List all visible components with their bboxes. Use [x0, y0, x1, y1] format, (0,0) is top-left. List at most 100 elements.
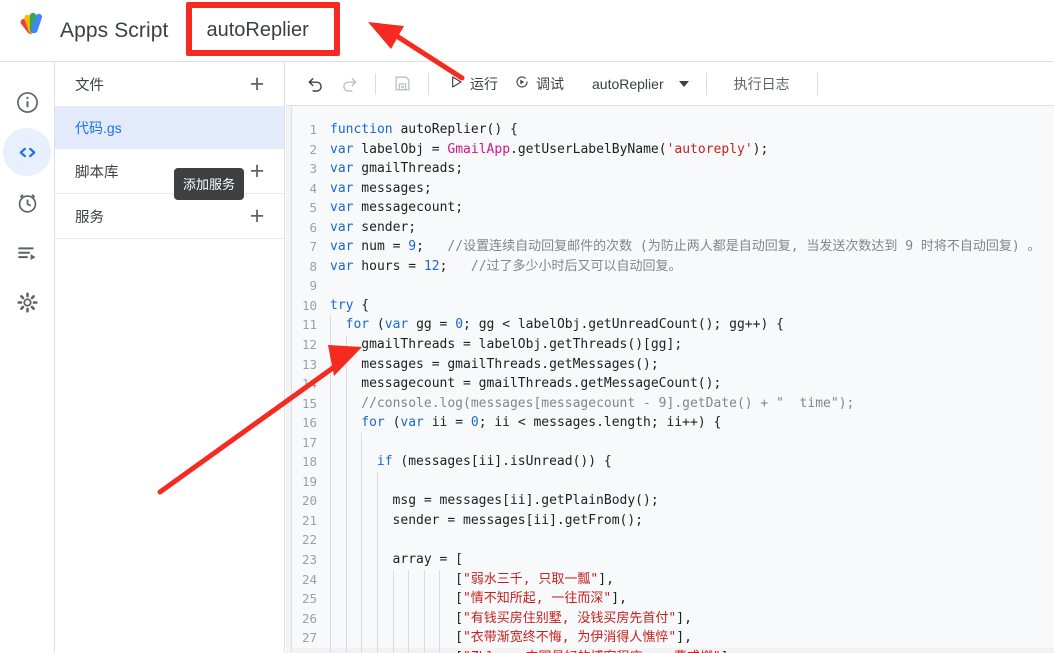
code-line[interactable]: 11 for (var gg = 0; gg < labelObj.getUnre… [292, 315, 1054, 336]
line-content[interactable]: msg = messages[ii].getPlainBody(); [330, 491, 1054, 511]
line-content[interactable]: function autoReplier() { [330, 120, 1054, 140]
code-text: var labelObj = GmailApp.getUserLabelByNa… [330, 141, 769, 157]
line-content[interactable]: var gmailThreads; [330, 159, 1054, 179]
line-content[interactable]: ["弱水三千, 只取一瓢"], [330, 569, 1054, 590]
line-content[interactable]: var messagecount; [330, 198, 1054, 218]
code-line[interactable]: 14 messagecount = gmailThreads.getMessage… [292, 374, 1054, 394]
executions-icon[interactable] [3, 228, 51, 276]
code-line[interactable]: 15 //console.log(messages[messagecount - … [292, 393, 1054, 414]
line-content[interactable]: for (var gg = 0; gg < labelObj.getUnread… [330, 315, 1054, 336]
toolbar-divider-2 [428, 72, 429, 95]
code-line[interactable]: 9 [292, 276, 1054, 296]
code-line[interactable]: 21 sender = messages[ii].getFrom(); [292, 510, 1054, 531]
code-text: var hours = 12; //过了多少小时后又可以自动回复。 [330, 258, 682, 274]
line-content[interactable]: array = [ [330, 550, 1054, 570]
project-title-wrapper[interactable]: autoReplier [186, 1, 341, 56]
debug-button[interactable]: 调试 [506, 74, 572, 94]
code-line[interactable]: 3 var gmailThreads; [292, 159, 1054, 179]
line-content[interactable]: try { [330, 296, 1054, 316]
plus-icon-add-service[interactable]: + [246, 203, 268, 229]
line-number: 5 [309, 200, 317, 216]
code-line[interactable]: 27 ["衣带渐宽终不悔, 为伊消得人憔悴"], [292, 628, 1054, 648]
line-content[interactable]: var labelObj = GmailApp.getUserLabelByNa… [330, 140, 1054, 160]
line-content[interactable] [330, 432, 1054, 453]
gear-icon[interactable] [3, 278, 51, 326]
line-number: 27 [301, 630, 317, 646]
line-number: 17 [301, 434, 317, 450]
toolbar-divider-1 [375, 72, 376, 95]
code-line[interactable]: 24 ["弱水三千, 只取一瓢"], [292, 569, 1054, 590]
run-button[interactable]: 运行 [440, 74, 506, 94]
code-line[interactable]: 10 try { [292, 296, 1054, 316]
line-content[interactable]: var hours = 12; //过了多少小时后又可以自动回复。 [330, 257, 1054, 277]
code-line[interactable]: 22 [292, 530, 1054, 551]
save-icon[interactable] [385, 67, 419, 101]
line-content[interactable]: ["Zblog, 中国最好的博客程序 -- 曹或燃"] [330, 647, 1054, 653]
line-content[interactable] [330, 471, 1054, 492]
code-text: array = [ [392, 552, 463, 568]
undo-icon[interactable] [298, 67, 332, 101]
line-number: 12 [301, 337, 317, 353]
code-line[interactable]: 13 messages = gmailThreads.getMessages(); [292, 354, 1054, 375]
redo-icon[interactable] [332, 67, 366, 101]
code-line[interactable]: 2 var labelObj = GmailApp.getUserLabelByN… [292, 140, 1054, 160]
editor-toolbar: 运行 调试 autoReplier 执行日志 [286, 62, 1054, 106]
toolbar-divider-4 [816, 72, 818, 95]
clock-icon[interactable] [3, 178, 51, 226]
code-line[interactable]: 26 ["有钱买房住别墅, 没钱买房先首付"], [292, 608, 1054, 629]
line-number: 14 [301, 376, 317, 392]
code-line[interactable]: 7 var num = 9; //设置连续自动回复邮件的次数 (为防止两人都是自动… [292, 237, 1054, 257]
code-editor[interactable]: 1 function autoReplier() {2 var labelObj =… [286, 106, 1054, 653]
line-number: 20 [301, 493, 317, 509]
line-content[interactable] [330, 530, 1054, 551]
line-content[interactable]: for (var ii = 0; ii < messages.length; i… [330, 413, 1054, 433]
code-line[interactable]: 6 var sender; [292, 218, 1054, 238]
line-content[interactable]: var num = 9; //设置连续自动回复邮件的次数 (为防止两人都是自动回… [330, 237, 1054, 257]
function-selector[interactable]: autoReplier [572, 76, 697, 92]
line-content[interactable]: var messages; [330, 179, 1054, 199]
line-content[interactable]: sender = messages[ii].getFrom(); [330, 510, 1054, 531]
line-content[interactable]: if (messages[ii].isUnread()) { [330, 452, 1054, 472]
code-line[interactable]: 19 [292, 471, 1054, 492]
line-content[interactable]: messages = gmailThreads.getMessages(); [330, 354, 1054, 375]
line-content[interactable]: var sender; [330, 218, 1054, 238]
code-line[interactable]: 5 var messagecount; [292, 198, 1054, 218]
code-line[interactable]: 12 gmailThreads = labelObj.getThreads()[g… [292, 335, 1054, 355]
execution-log-button[interactable]: 执行日志 [716, 74, 808, 94]
apps-script-window: Apps Script autoReplier 文件 + 代码.gs 脚本库 +… [0, 0, 1054, 653]
line-content[interactable]: ["衣带渐宽终不悔, 为伊消得人憔悴"], [330, 628, 1054, 648]
code-text: ["弱水三千, 只取一瓢"], [455, 571, 614, 587]
line-number: 10 [301, 297, 317, 313]
debug-icon [514, 74, 530, 93]
code-line[interactable]: 4 var messages; [292, 179, 1054, 199]
code-line[interactable]: 1 function autoReplier() { [292, 120, 1054, 140]
plus-icon-add-file[interactable]: + [246, 71, 268, 97]
indent-guide [330, 432, 331, 453]
code-lines[interactable]: 1 function autoReplier() {2 var labelObj =… [292, 120, 1054, 653]
file-item-code-gs[interactable]: 代码.gs [55, 107, 284, 149]
project-title[interactable]: autoReplier [190, 12, 324, 50]
line-content[interactable] [330, 276, 1054, 296]
line-content[interactable]: ["有钱买房住别墅, 没钱买房先首付"], [330, 608, 1054, 629]
code-line[interactable]: 23 array = [ [292, 550, 1054, 570]
plus-icon-add-library[interactable]: + [246, 158, 268, 184]
line-content[interactable]: messagecount = gmailThreads.getMessageCo… [330, 374, 1054, 394]
code-line[interactable]: 17 [292, 432, 1054, 453]
code-text: ["衣带渐宽终不悔, 为伊消得人憔悴"], [455, 630, 692, 646]
info-icon[interactable] [3, 78, 51, 126]
code-text: for (var ii = 0; ii < messages.length; i… [361, 415, 722, 431]
file-panel-section-services: 服务 + [55, 194, 284, 239]
toolbar-divider-3 [705, 72, 707, 95]
code-line[interactable]: 8 var hours = 12; //过了多少小时后又可以自动回复。 [292, 257, 1054, 277]
code-line[interactable]: 16 for (var ii = 0; ii < messages.length;… [292, 413, 1054, 433]
code-line[interactable]: 18 if (messages[ii].isUnread()) { [292, 452, 1054, 472]
code-line[interactable]: 25 ["情不知所起, 一往而深"], [292, 589, 1054, 609]
code-line[interactable]: 20 msg = messages[ii].getPlainBody(); [292, 491, 1054, 511]
line-content[interactable]: ["情不知所起, 一往而深"], [330, 589, 1054, 609]
section-label-libraries: 脚本库 [75, 164, 119, 181]
left-icon-rail [0, 62, 55, 653]
line-content[interactable]: gmailThreads = labelObj.getThreads()[gg]… [330, 335, 1054, 355]
line-content[interactable]: //console.log(messages[messagecount - 9]… [330, 393, 1054, 414]
code-icon[interactable] [3, 128, 51, 176]
code-line[interactable]: 28["Zblog, 中国最好的博客程序 -- 曹或燃"] [292, 647, 1054, 653]
